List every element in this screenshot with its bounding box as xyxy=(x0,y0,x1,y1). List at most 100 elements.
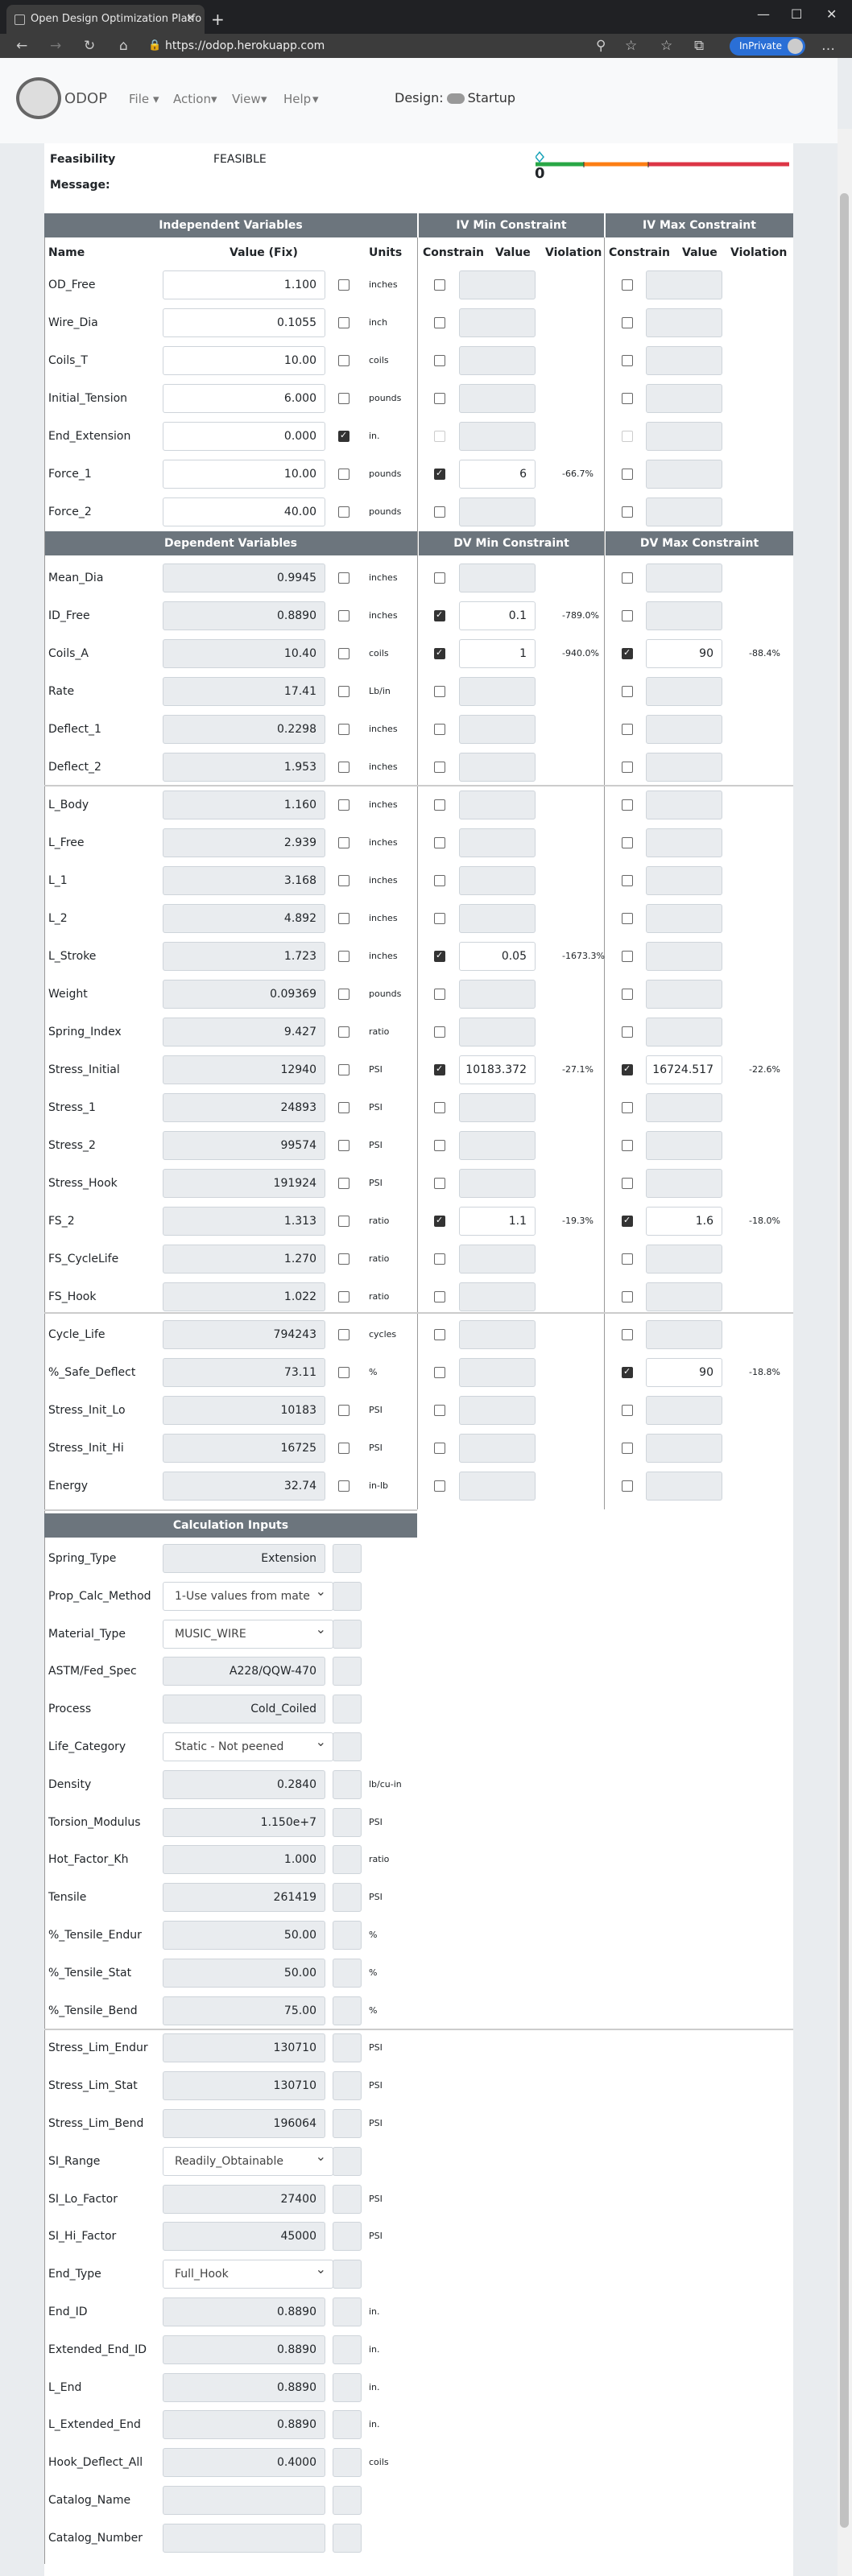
value-input[interactable]: 10.40 xyxy=(163,639,325,668)
max-value-input[interactable] xyxy=(646,460,722,489)
min-value-input[interactable] xyxy=(459,753,536,782)
max-value-input[interactable] xyxy=(646,346,722,375)
min-value-input[interactable] xyxy=(459,828,536,857)
min-value-input[interactable] xyxy=(459,1472,536,1501)
url-field[interactable]: https://odop.herokuapp.com xyxy=(165,37,325,55)
max-constrain-checkbox[interactable] xyxy=(622,1026,633,1038)
min-value-input[interactable] xyxy=(459,308,536,337)
value-input[interactable]: 2.939 xyxy=(163,828,325,857)
max-value-input[interactable] xyxy=(646,1434,722,1463)
value-input[interactable]: 24893 xyxy=(163,1093,325,1122)
tab-close-icon[interactable]: ✕ xyxy=(186,5,195,34)
max-constrain-checkbox[interactable] xyxy=(622,317,633,328)
max-value-input[interactable] xyxy=(646,270,722,299)
min-value-input[interactable]: 0.05 xyxy=(459,942,536,971)
browser-tab[interactable]: Open Design Optimization Platfo ✕ xyxy=(6,5,205,34)
value-input[interactable]: 40.00 xyxy=(163,497,325,526)
max-value-input[interactable] xyxy=(646,980,722,1009)
max-value-input[interactable] xyxy=(646,1131,722,1160)
calc-select[interactable]: Full_Hook xyxy=(163,2260,333,2289)
calc-value-input[interactable]: 261419 xyxy=(163,1883,325,1913)
more-icon[interactable]: … xyxy=(821,34,835,58)
max-constrain-checkbox[interactable] xyxy=(622,1102,633,1113)
max-constrain-checkbox[interactable] xyxy=(622,279,633,291)
new-tab-icon[interactable]: + xyxy=(211,5,225,34)
max-value-input[interactable] xyxy=(646,1018,722,1046)
min-constrain-checkbox[interactable] xyxy=(434,1291,445,1302)
min-constrain-checkbox[interactable] xyxy=(434,950,445,962)
calc-value-input[interactable]: 1.150e+7 xyxy=(163,1807,325,1837)
fix-checkbox[interactable] xyxy=(338,724,349,735)
fix-checkbox[interactable] xyxy=(338,1405,349,1416)
min-constrain-checkbox[interactable] xyxy=(434,1480,445,1492)
minimize-icon[interactable]: — xyxy=(757,5,770,24)
fix-checkbox[interactable] xyxy=(338,279,349,291)
fix-checkbox[interactable] xyxy=(338,1253,349,1265)
max-value-input[interactable]: 90 xyxy=(646,1358,722,1387)
max-constrain-checkbox[interactable] xyxy=(622,989,633,1000)
max-constrain-checkbox[interactable] xyxy=(622,1443,633,1454)
min-constrain-checkbox[interactable] xyxy=(434,913,445,924)
value-input[interactable]: 1.160 xyxy=(163,791,325,819)
calc-value-input[interactable]: 0.4000 xyxy=(163,2448,325,2478)
max-value-input[interactable] xyxy=(646,828,722,857)
value-input[interactable]: 17.41 xyxy=(163,677,325,706)
min-value-input[interactable] xyxy=(459,1434,536,1463)
min-value-input[interactable] xyxy=(459,497,536,526)
max-value-input[interactable] xyxy=(646,422,722,451)
min-constrain-checkbox[interactable] xyxy=(434,468,445,480)
max-value-input[interactable] xyxy=(646,1093,722,1122)
calc-value-input[interactable]: 0.8890 xyxy=(163,2410,325,2440)
calc-value-input[interactable]: 130710 xyxy=(163,2033,325,2063)
calc-value-input[interactable] xyxy=(163,2523,325,2553)
calc-value-input[interactable]: 27400 xyxy=(163,2184,325,2214)
fix-checkbox[interactable] xyxy=(338,1026,349,1038)
min-constrain-checkbox[interactable] xyxy=(434,1102,445,1113)
min-value-input[interactable] xyxy=(459,270,536,299)
fix-checkbox[interactable] xyxy=(338,1216,349,1227)
max-value-input[interactable]: 16724.517 xyxy=(646,1055,722,1084)
value-input[interactable]: 1.270 xyxy=(163,1245,325,1274)
min-constrain-checkbox[interactable] xyxy=(434,647,445,659)
value-input[interactable]: 1.953 xyxy=(163,753,325,782)
collections-icon[interactable]: ⧉ xyxy=(694,34,704,58)
min-constrain-checkbox[interactable] xyxy=(434,989,445,1000)
fix-checkbox[interactable] xyxy=(338,1329,349,1340)
calc-value-input[interactable]: Cold_Coiled xyxy=(163,1695,325,1724)
max-constrain-checkbox[interactable] xyxy=(622,951,633,962)
min-constrain-checkbox[interactable] xyxy=(434,1178,445,1189)
min-value-input[interactable] xyxy=(459,980,536,1009)
value-input[interactable]: 12940 xyxy=(163,1055,325,1084)
min-value-input[interactable]: 10183.372 xyxy=(459,1055,536,1084)
min-value-input[interactable] xyxy=(459,346,536,375)
min-value-input[interactable] xyxy=(459,1396,536,1425)
min-value-input[interactable] xyxy=(459,1018,536,1046)
max-constrain-checkbox[interactable] xyxy=(622,647,633,659)
max-constrain-checkbox[interactable] xyxy=(622,837,633,848)
max-constrain-checkbox[interactable] xyxy=(622,431,633,442)
value-input[interactable]: 9.427 xyxy=(163,1018,325,1046)
min-value-input[interactable] xyxy=(459,904,536,933)
value-input[interactable]: 0.2298 xyxy=(163,715,325,744)
min-constrain-checkbox[interactable] xyxy=(434,1215,445,1227)
min-constrain-checkbox[interactable] xyxy=(434,799,445,811)
max-value-input[interactable] xyxy=(646,1396,722,1425)
min-constrain-checkbox[interactable] xyxy=(434,1405,445,1416)
calc-value-input[interactable]: 45000 xyxy=(163,2222,325,2252)
max-value-input[interactable] xyxy=(646,942,722,971)
max-value-input[interactable] xyxy=(646,497,722,526)
fix-checkbox[interactable] xyxy=(338,506,349,518)
calc-value-input[interactable]: 50.00 xyxy=(163,1958,325,1988)
min-value-input[interactable] xyxy=(459,1245,536,1274)
calc-value-input[interactable]: 196064 xyxy=(163,2109,325,2138)
fix-checkbox[interactable] xyxy=(338,355,349,366)
max-value-input[interactable] xyxy=(646,1472,722,1501)
max-constrain-checkbox[interactable] xyxy=(622,1215,633,1227)
min-value-input[interactable]: 6 xyxy=(459,460,536,489)
value-input[interactable]: 73.11 xyxy=(163,1358,325,1387)
min-constrain-checkbox[interactable] xyxy=(434,393,445,404)
min-value-input[interactable]: 1.1 xyxy=(459,1207,536,1236)
max-constrain-checkbox[interactable] xyxy=(622,1405,633,1416)
value-input[interactable]: 6.000 xyxy=(163,384,325,413)
max-constrain-checkbox[interactable] xyxy=(622,799,633,811)
